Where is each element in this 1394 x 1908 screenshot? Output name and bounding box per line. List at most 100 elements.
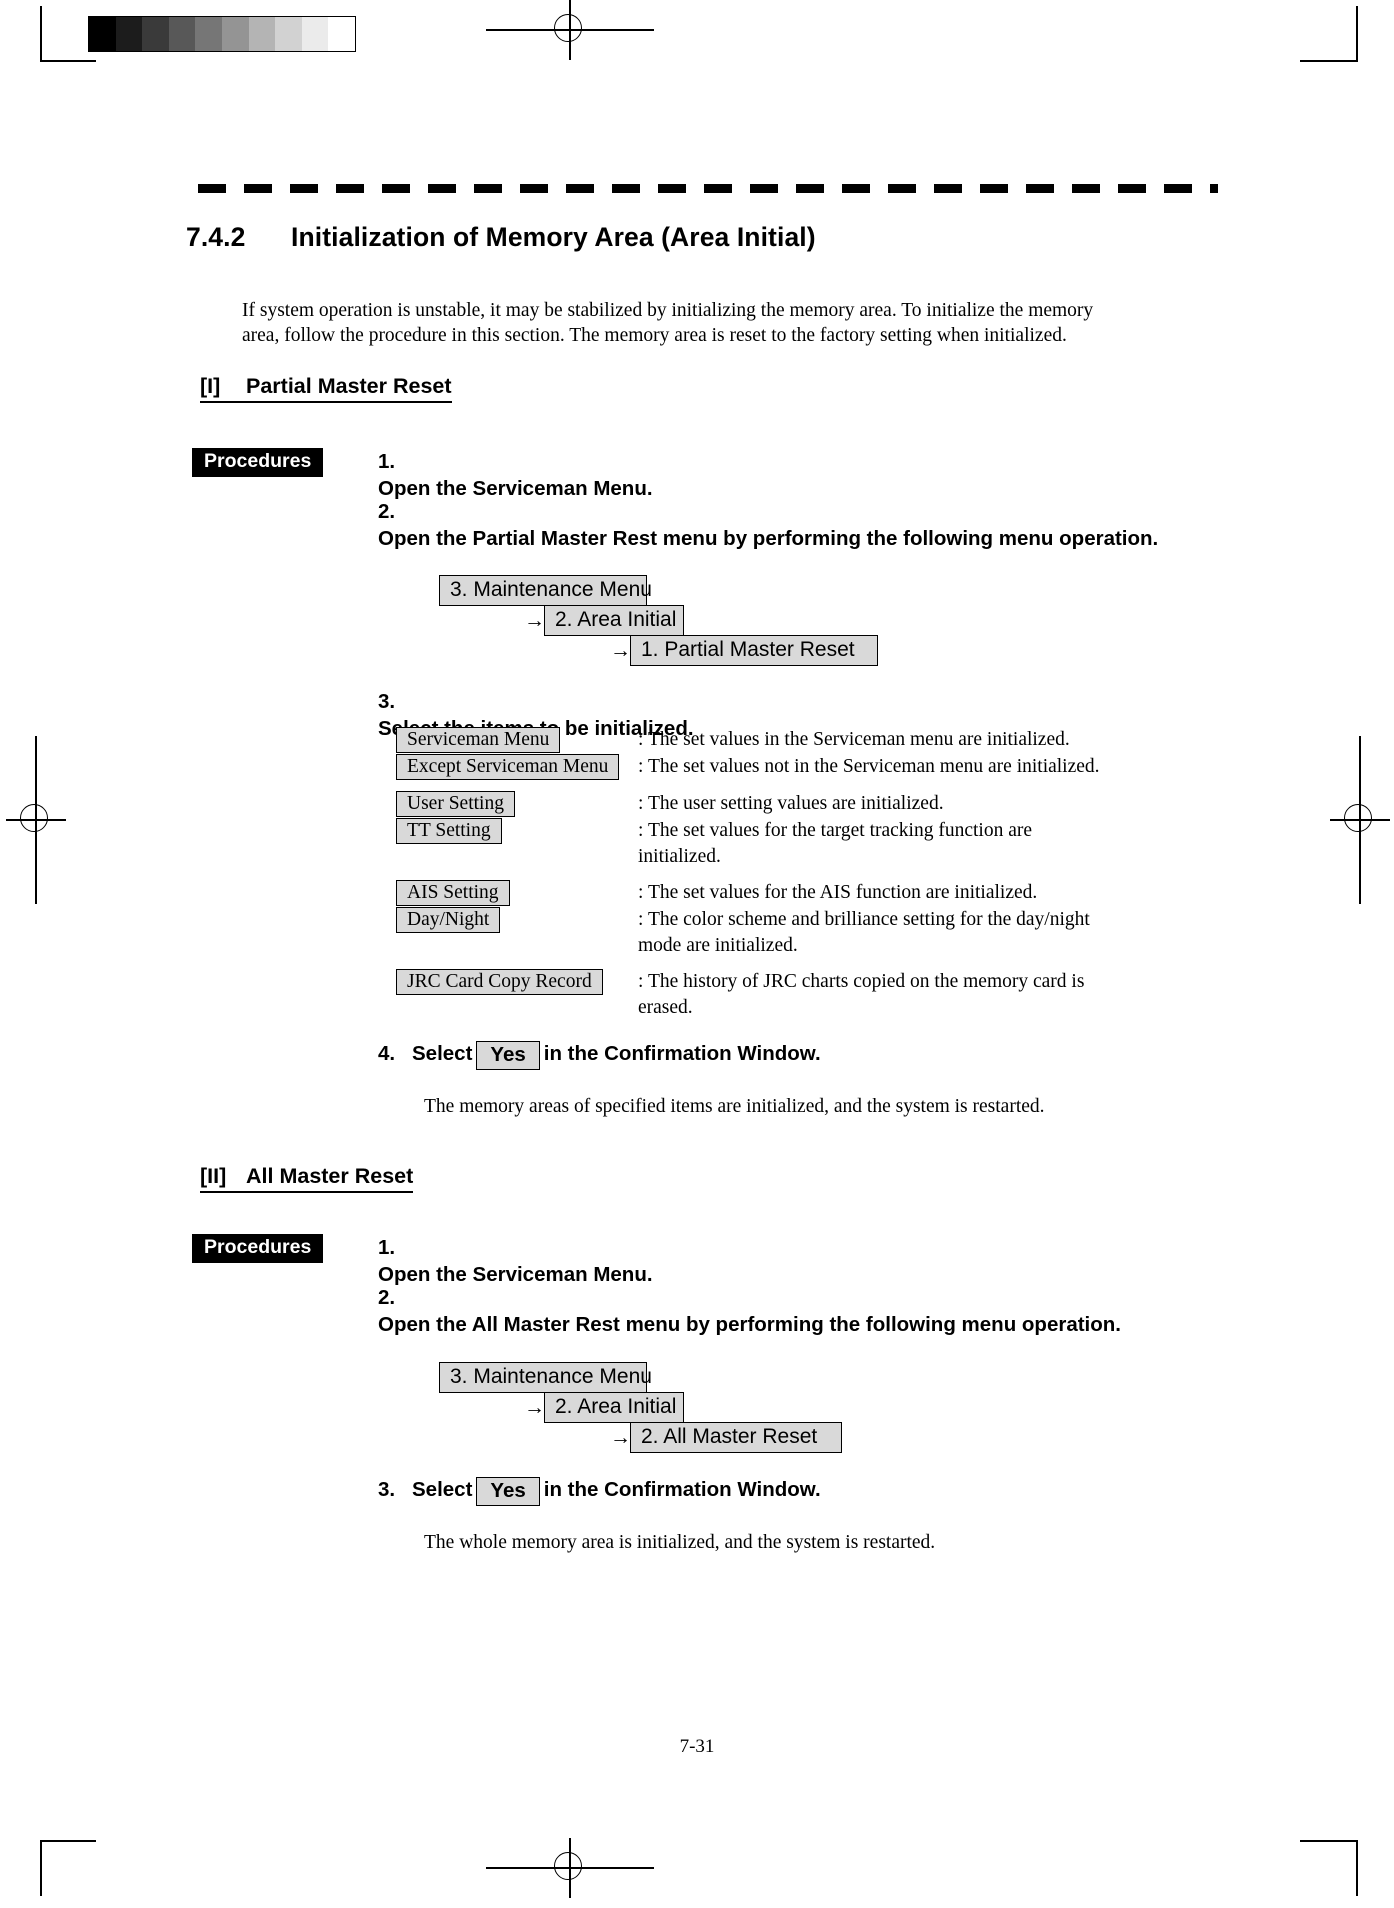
registration-tick-left-upper <box>35 736 37 792</box>
menu-item-partial-master-reset[interactable]: 1. Partial Master Reset <box>630 635 878 666</box>
registration-circle <box>554 1852 582 1880</box>
item-description: : The set values in the Serviceman menu … <box>638 729 1070 750</box>
registration-circle <box>20 804 48 832</box>
item-description: : The color scheme and brilliance settin… <box>638 909 1090 956</box>
menu-path-row: → 2. Area Initial <box>524 605 878 636</box>
list-item: AIS Setting : The set values for the AIS… <box>396 879 1116 906</box>
menu-item-maintenance-menu[interactable]: 3. Maintenance Menu <box>439 1362 652 1393</box>
step-number: 4. <box>378 1042 396 1065</box>
registration-mark-top <box>540 0 600 60</box>
menu-path-row: 3. Maintenance Menu <box>438 1362 842 1393</box>
registration-tick-bottom-right <box>598 1867 654 1869</box>
list-item: JRC Card Copy Record : The history of JR… <box>396 968 1116 1020</box>
item-serviceman-menu[interactable]: Serviceman Menu <box>396 727 561 753</box>
part-two-step-1: 1.Open the Serviceman Menu. <box>378 1234 1198 1288</box>
item-key: TT Setting <box>396 817 638 844</box>
item-key: AIS Setting <box>396 879 638 906</box>
item-key: Day/Night <box>396 906 638 933</box>
page-title: 7.4.2 Initialization of Memory Area (Area… <box>186 222 816 253</box>
registration-mark-bottom <box>540 1838 600 1898</box>
list-item: TT Setting : The set values for the targ… <box>396 817 1116 869</box>
part-one-step-1: 1.Open the Serviceman Menu. <box>378 448 1198 502</box>
menu-item-all-master-reset[interactable]: 2. All Master Reset <box>630 1422 842 1453</box>
step-number: 2. <box>378 1286 396 1309</box>
menu-item-area-initial[interactable]: 2. Area Initial <box>544 1392 684 1423</box>
registration-circle <box>1344 804 1372 832</box>
greyscale-patch <box>275 17 302 51</box>
registration-tick-bottom-left <box>486 1867 542 1869</box>
menu-item-maintenance-menu[interactable]: 3. Maintenance Menu <box>439 575 652 606</box>
menu-item-area-initial[interactable]: 2. Area Initial <box>544 605 684 636</box>
step-number: 3. <box>378 690 396 713</box>
registration-mark-left <box>6 790 66 850</box>
step-number: 2. <box>378 500 396 523</box>
item-user-setting[interactable]: User Setting <box>396 791 515 817</box>
initialization-item-list: Serviceman Menu : The set values in the … <box>396 726 1116 1020</box>
registration-mark-right <box>1330 790 1390 850</box>
step-text-after: in the Confirmation Window. <box>543 1042 821 1065</box>
procedures-label-part-one: Procedures <box>192 448 324 477</box>
item-description: : The history of JRC charts copied on th… <box>638 971 1085 1018</box>
item-tt-setting[interactable]: TT Setting <box>396 818 502 844</box>
greyscale-patch <box>142 17 169 51</box>
arrow-icon: → <box>610 639 631 662</box>
part-one-result-note: The memory areas of specified items are … <box>424 1096 1045 1117</box>
registration-tick-top-right <box>598 29 654 31</box>
step-text: Open the All Master Rest menu by perform… <box>378 1313 1121 1336</box>
section-dashed-rule <box>198 184 1218 193</box>
item-ais-setting[interactable]: AIS Setting <box>396 880 510 906</box>
section-title: Initialization of Memory Area (Area Init… <box>291 222 816 252</box>
item-key: Serviceman Menu <box>396 726 638 753</box>
procedures-label-part-two: Procedures <box>192 1234 324 1263</box>
menu-path-row: → 2. Area Initial <box>524 1392 842 1423</box>
greyscale-patch <box>328 17 355 51</box>
list-item: User Setting : The user setting values a… <box>396 790 1116 817</box>
arrow-icon: → <box>524 1396 545 1419</box>
item-jrc-card-copy-record[interactable]: JRC Card Copy Record <box>396 969 603 995</box>
part-two-menu-path: 3. Maintenance Menu → 2. Area Initial → … <box>438 1362 842 1453</box>
item-except-serviceman-menu[interactable]: Except Serviceman Menu <box>396 754 620 780</box>
greyscale-patch <box>221 17 249 51</box>
part-one-heading: [I] Partial Master Reset <box>200 374 452 403</box>
step-text-after: in the Confirmation Window. <box>543 1478 821 1501</box>
registration-circle <box>554 14 582 42</box>
item-description: : The set values for the target tracking… <box>638 820 1033 867</box>
step-number: 3. <box>378 1478 396 1501</box>
step-text-before: Select <box>412 1042 473 1065</box>
registration-tick-left-lower <box>35 848 37 904</box>
yes-button[interactable]: Yes <box>476 1041 540 1070</box>
section-number: 7.4.2 <box>186 222 246 252</box>
item-key: Except Serviceman Menu <box>396 753 638 780</box>
item-description: : The user setting values are initialize… <box>638 793 944 814</box>
greyscale-patch <box>195 17 222 51</box>
step-text-before: Select <box>412 1478 473 1501</box>
menu-path-row: → 1. Partial Master Reset <box>610 635 878 666</box>
scanned-page: 7.4.2 Initialization of Memory Area (Area… <box>0 0 1394 1908</box>
yes-button[interactable]: Yes <box>476 1477 540 1506</box>
greyscale-patch <box>301 17 329 51</box>
part-two-heading: [II] All Master Reset <box>200 1164 414 1193</box>
part-two-title: All Master Reset <box>246 1164 414 1188</box>
crop-mark-top-left <box>40 6 98 64</box>
menu-path-row: → 2. All Master Reset <box>610 1422 842 1453</box>
item-description: : The set values for the AIS function ar… <box>638 882 1038 903</box>
item-day-night[interactable]: Day/Night <box>396 907 501 933</box>
step-text: Open the Partial Master Rest menu by per… <box>378 527 1159 550</box>
registration-tick-top-left <box>486 29 542 31</box>
item-key: User Setting <box>396 790 638 817</box>
part-one-step-4: 4. Select Yes in the Confirmation Window. <box>378 1040 1198 1070</box>
crop-mark-top-right <box>1300 6 1358 64</box>
list-item: Except Serviceman Menu : The set values … <box>396 753 1116 780</box>
arrow-icon: → <box>610 1426 631 1449</box>
part-one-tag: [I] <box>200 374 221 398</box>
part-one-menu-path: 3. Maintenance Menu → 2. Area Initial → … <box>438 575 878 666</box>
part-two-step-3: 3. Select Yes in the Confirmation Window. <box>378 1476 1198 1506</box>
greyscale-patch <box>168 17 196 51</box>
intro-paragraph: If system operation is unstable, it may … <box>242 299 1094 347</box>
part-one-step-2: 2. Open the Partial Master Rest menu by p… <box>378 498 1198 552</box>
greyscale-patch <box>248 17 276 51</box>
page-number: 7-31 <box>679 1736 715 1757</box>
menu-path-row: 3. Maintenance Menu <box>438 575 878 606</box>
